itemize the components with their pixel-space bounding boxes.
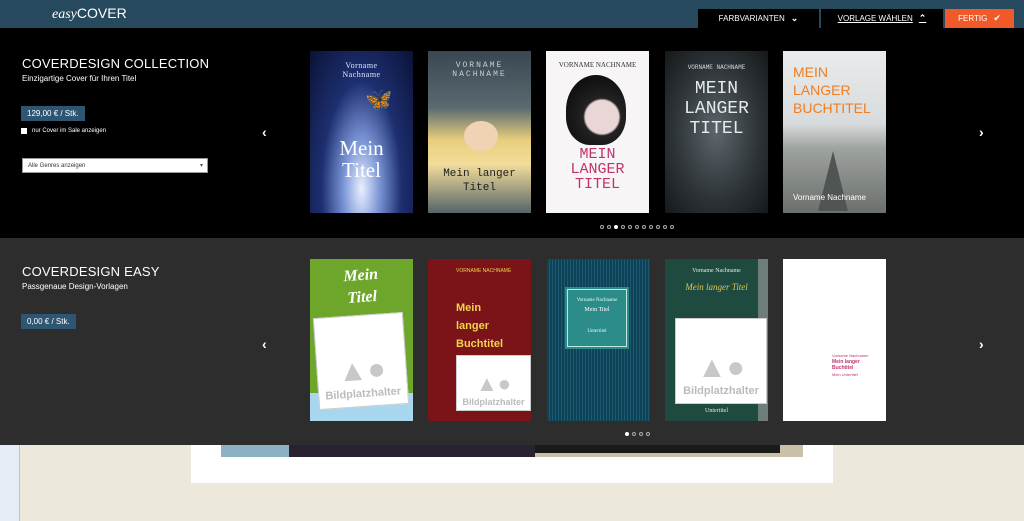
- image-placeholder: ▲● Bildplatzhalter: [675, 318, 767, 404]
- cover-title: Mein Titel: [342, 265, 379, 307]
- collection-panel: COVERDESIGN COLLECTION Einzigartige Cove…: [0, 28, 1024, 238]
- image-placeholder-icon: ▲●: [475, 371, 512, 396]
- cover-title: MEIN LANGER TITEL: [684, 79, 749, 139]
- pagination-dot[interactable]: [656, 225, 660, 229]
- cover-title: MEIN LANGER BUCHTITEL: [793, 64, 871, 116]
- caret-down-icon: ▾: [199, 163, 203, 169]
- farbvarianten-label: FARBVARIANTEN: [718, 14, 785, 23]
- canvas-strip: [221, 445, 289, 457]
- easy-subtitle: Passgenaue Design-Vorlagen: [22, 282, 128, 291]
- easy-cover-1[interactable]: Mein Titel ▲● Bildplatzhalter: [310, 259, 413, 421]
- placeholder-label: Bildplatzhalter: [683, 385, 759, 397]
- pagination-dot[interactable]: [663, 225, 667, 229]
- cover-author: Vorname Nachname: [832, 353, 869, 358]
- collection-cover-4[interactable]: VORNAME NACHNAME MEIN LANGER TITEL: [665, 51, 768, 213]
- fertig-button[interactable]: FERTIG ✔: [944, 9, 1014, 28]
- chevron-right-icon[interactable]: ›: [979, 124, 984, 140]
- collection-cover-3[interactable]: VORNAME NACHNAME MEIN LANGER TITEL: [546, 51, 649, 213]
- check-icon: ✔: [993, 13, 1001, 23]
- pagination-dot[interactable]: [642, 225, 646, 229]
- easy-pagination-dots: [625, 432, 650, 436]
- collection-cover-5[interactable]: MEIN LANGER BUCHTITEL Vorname Nachname: [783, 51, 886, 213]
- logo-main: COVER: [76, 5, 127, 21]
- chevron-left-icon[interactable]: ‹: [262, 124, 267, 140]
- chevron-down-icon: ⌄: [790, 13, 799, 23]
- cover-title: Mein Titel: [339, 136, 384, 182]
- easy-cover-4[interactable]: Vorname Nachname Mein langer Titel ▲● Bi…: [665, 259, 768, 421]
- pagination-dot[interactable]: [628, 225, 632, 229]
- checkbox-box[interactable]: [21, 128, 27, 134]
- collection-subtitle: Einzigartige Cover für Ihren Titel: [22, 74, 137, 83]
- pagination-dot[interactable]: [646, 432, 650, 436]
- cover-author: Vorname Nachname: [692, 268, 741, 274]
- app-logo[interactable]: easyCOVER: [52, 5, 127, 23]
- vorlage-waehlen-button[interactable]: VORLAGE WÄHLEN ⌃: [820, 9, 943, 28]
- pagination-dot[interactable]: [670, 225, 674, 229]
- collection-pagination-dots: [600, 225, 674, 229]
- cover-author: Vorname Nachname: [576, 298, 618, 303]
- chevron-left-icon[interactable]: ‹: [262, 336, 267, 352]
- collection-title: COVERDESIGN COLLECTION: [22, 56, 210, 71]
- chevron-right-icon[interactable]: ›: [979, 336, 984, 352]
- cover-subtitle: Untertitel: [705, 408, 728, 414]
- cover-author: Vorname Nachname: [793, 193, 866, 202]
- placeholder-label: Bildplatzhalter: [462, 397, 525, 407]
- canvas-strip: [289, 445, 535, 457]
- pagination-dot[interactable]: [635, 225, 639, 229]
- easy-price-badge: 0,00 € / Stk.: [21, 314, 76, 329]
- collection-cover-1[interactable]: Vorname Nachname 🦋 Mein Titel: [310, 51, 413, 213]
- placeholder-label: Bildplatzhalter: [325, 385, 402, 403]
- chevron-up-icon: ⌃: [918, 13, 927, 23]
- pagination-dot[interactable]: [632, 432, 636, 436]
- cover-subtitle: Mein Untertitel: [832, 372, 858, 377]
- road-image: [818, 151, 848, 211]
- cover-title: Mein langer Titel: [443, 168, 516, 194]
- pagination-dot[interactable]: [607, 225, 611, 229]
- easy-cover-5[interactable]: Vorname Nachname Mein langer Buchtitel M…: [783, 259, 886, 421]
- cover-title: MEIN LANGER TITEL: [570, 146, 625, 193]
- logo-prefix: easy: [52, 7, 77, 22]
- sale-checkbox-label: nur Cover im Sale anzeigen: [32, 128, 107, 134]
- image-placeholder: ▲● Bildplatzhalter: [456, 355, 531, 411]
- genre-select-value: Alle Genres anzeigen: [28, 163, 86, 169]
- cover-author: VORNAME NACHNAME: [456, 268, 512, 274]
- face-image: [464, 121, 498, 151]
- easy-panel: COVERDESIGN EASY Passgenaue Design-Vorla…: [0, 238, 1024, 445]
- woman-portrait-image: [566, 75, 626, 145]
- easy-cover-2[interactable]: VORNAME NACHNAME Mein langer Buchtitel ▲…: [428, 259, 531, 421]
- pagination-dot[interactable]: [649, 225, 653, 229]
- pagination-dot-active[interactable]: [625, 432, 629, 436]
- image-placeholder: ▲● Bildplatzhalter: [312, 311, 410, 411]
- cover-subtitle: Untertitel: [587, 329, 607, 334]
- genre-select[interactable]: Alle Genres anzeigen ▾: [22, 158, 208, 173]
- image-placeholder-icon: ▲●: [336, 352, 387, 389]
- collection-price-badge: 129,00 € / Stk.: [21, 106, 85, 121]
- sale-checkbox[interactable]: nur Cover im Sale anzeigen: [21, 128, 106, 134]
- image-placeholder-icon: ▲●: [697, 351, 745, 384]
- butterfly-icon: 🦋: [365, 87, 393, 112]
- cover-author: VORNAME NACHNAME: [452, 61, 507, 79]
- canvas-strip: [535, 445, 780, 453]
- cover-title: Mein Titel: [584, 307, 610, 313]
- pagination-dot[interactable]: [639, 432, 643, 436]
- vorlage-waehlen-label: VORLAGE WÄHLEN: [837, 14, 913, 23]
- cover-author: VORNAME NACHNAME: [687, 64, 746, 71]
- easy-title: COVERDESIGN EASY: [22, 264, 160, 279]
- collection-cover-2[interactable]: VORNAME NACHNAME Mein langer Titel: [428, 51, 531, 213]
- cover-title: Mein langer Titel: [685, 282, 748, 292]
- pagination-dot[interactable]: [621, 225, 625, 229]
- cover-title: Mein langer Buchtitel: [456, 302, 504, 350]
- left-sidebar-edge: [0, 445, 20, 521]
- fertig-label: FERTIG: [958, 14, 988, 23]
- pagination-dot[interactable]: [600, 225, 604, 229]
- cover-label-box: Vorname Nachname Mein Titel Untertitel: [565, 287, 629, 349]
- pagination-dot-active[interactable]: [614, 225, 618, 229]
- easy-cover-3[interactable]: Vorname Nachname Mein Titel Untertitel: [547, 259, 650, 421]
- cover-author: VORNAME NACHNAME: [558, 61, 637, 69]
- cover-title: Mein langer Buchtitel: [832, 359, 860, 371]
- cover-author: Vorname Nachname: [342, 61, 381, 79]
- farbvarianten-button[interactable]: FARBVARIANTEN ⌄: [697, 9, 819, 28]
